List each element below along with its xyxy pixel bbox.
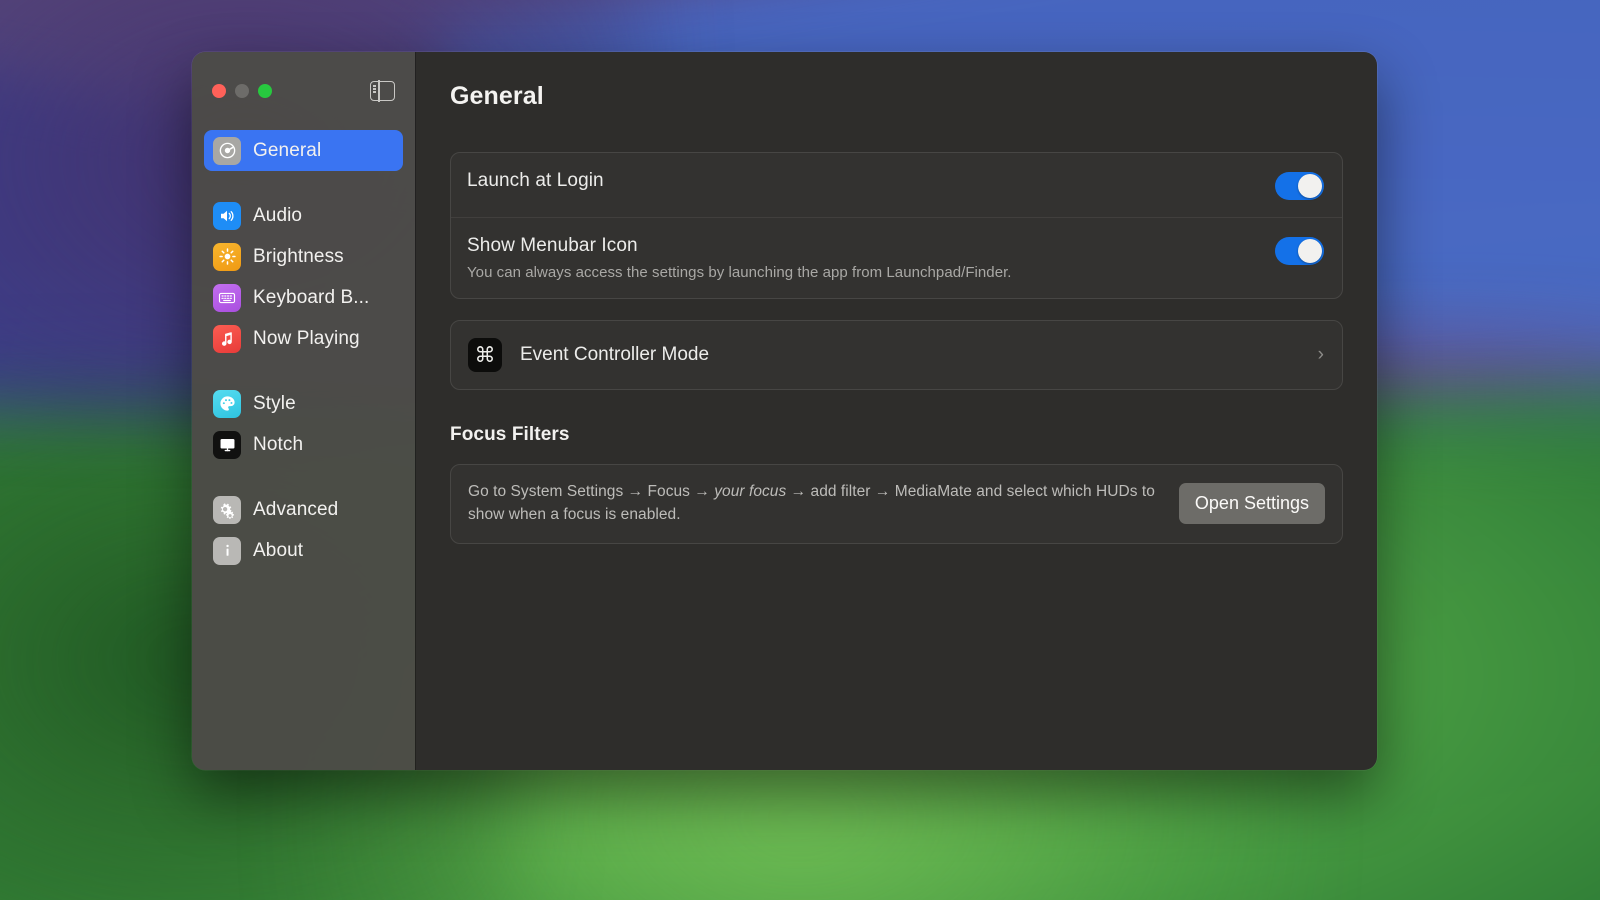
event-controller-mode-row[interactable]: ⌘ Event Controller Mode › xyxy=(450,320,1343,390)
chevron-right-icon: › xyxy=(1318,344,1324,366)
sidebar-item-audio[interactable]: Audio xyxy=(204,195,403,236)
setting-row-launch-at-login: Launch at Login xyxy=(451,153,1342,217)
sidebar-item-advanced[interactable]: Advanced xyxy=(204,489,403,530)
focus-filters-description: Go to System Settings → Focus → your foc… xyxy=(468,481,1165,527)
sidebar-toggle-icon[interactable] xyxy=(370,81,395,101)
focus-desc-emphasis: your focus xyxy=(714,483,786,500)
sidebar-item-label: Now Playing xyxy=(253,328,360,350)
keyboard-icon xyxy=(213,284,241,312)
desktop-background: General Audio xyxy=(0,0,1600,900)
sidebar-item-now-playing[interactable]: Now Playing xyxy=(204,318,403,359)
info-icon xyxy=(213,537,241,565)
setting-texts: Show Menubar Icon You can always access … xyxy=(467,235,1275,281)
maximize-button[interactable] xyxy=(258,84,272,98)
setting-label: Show Menubar Icon xyxy=(467,235,1275,257)
sidebar-item-keyboard-brightness[interactable]: Keyboard B... xyxy=(204,277,403,318)
sidebar-item-about[interactable]: About xyxy=(204,530,403,571)
setting-label: Launch at Login xyxy=(467,170,1275,192)
gear-icon xyxy=(213,137,241,165)
sidebar-item-label: Keyboard B... xyxy=(253,287,369,309)
setting-texts: Launch at Login xyxy=(467,170,1275,192)
show-menubar-icon-toggle[interactable] xyxy=(1275,237,1324,265)
open-settings-button[interactable]: Open Settings xyxy=(1179,483,1325,524)
event-controller-mode-label: Event Controller Mode xyxy=(520,344,1318,366)
sidebar-group-divider xyxy=(204,465,403,489)
sidebar-item-label: Style xyxy=(253,393,296,415)
sidebar-item-label: Audio xyxy=(253,205,302,227)
close-button[interactable] xyxy=(212,84,226,98)
music-note-icon xyxy=(213,325,241,353)
focus-filters-card: Go to System Settings → Focus → your foc… xyxy=(450,464,1343,544)
toggle-knob xyxy=(1298,239,1322,263)
sidebar-item-label: General xyxy=(253,140,321,162)
command-icon: ⌘ xyxy=(468,338,502,372)
sidebar-item-label: About xyxy=(253,540,303,562)
sidebar-item-label: Advanced xyxy=(253,499,338,521)
sidebar-item-general[interactable]: General xyxy=(204,130,403,171)
settings-window: General Audio xyxy=(192,52,1377,770)
setting-row-show-menubar-icon: Show Menubar Icon You can always access … xyxy=(451,217,1342,298)
launch-at-login-toggle[interactable] xyxy=(1275,172,1324,200)
focus-desc-part1: Go to System Settings → Focus → xyxy=(468,483,714,500)
main-content: General Launch at Login Show Menubar Ico… xyxy=(416,52,1377,770)
focus-filters-heading: Focus Filters xyxy=(450,424,1343,446)
page-title: General xyxy=(450,82,1343,111)
setting-description: You can always access the settings by la… xyxy=(467,264,1275,281)
sidebar-group-divider xyxy=(204,171,403,195)
sidebar-nav: General Audio xyxy=(192,130,415,571)
display-icon xyxy=(213,431,241,459)
sun-icon xyxy=(213,243,241,271)
sidebar-item-label: Brightness xyxy=(253,246,344,268)
general-settings-card: Launch at Login Show Menubar Icon You ca… xyxy=(450,152,1343,299)
sidebar-item-style[interactable]: Style xyxy=(204,383,403,424)
titlebar xyxy=(192,52,415,130)
gears-icon xyxy=(213,496,241,524)
palette-icon xyxy=(213,390,241,418)
sidebar: General Audio xyxy=(192,52,416,770)
sidebar-toggle-dots xyxy=(373,85,376,93)
toggle-knob xyxy=(1298,174,1322,198)
sidebar-item-brightness[interactable]: Brightness xyxy=(204,236,403,277)
speaker-icon xyxy=(213,202,241,230)
sidebar-group-divider xyxy=(204,359,403,383)
minimize-button[interactable] xyxy=(235,84,249,98)
sidebar-item-label: Notch xyxy=(253,434,303,456)
sidebar-item-notch[interactable]: Notch xyxy=(204,424,403,465)
